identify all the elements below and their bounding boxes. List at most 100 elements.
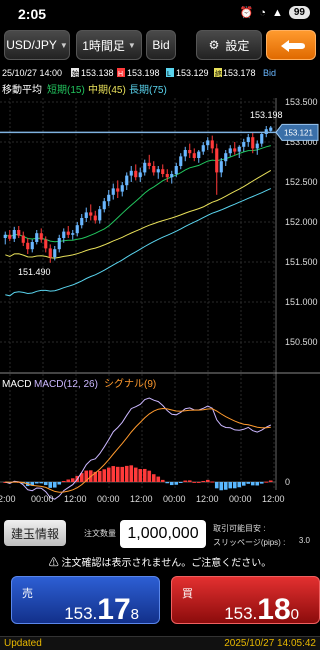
candle-body bbox=[30, 242, 34, 250]
macd-histogram-bar bbox=[66, 479, 71, 482]
tradable-label: 取引可能目安 : bbox=[213, 524, 266, 533]
chevron-down-icon: ▼ bbox=[127, 40, 136, 50]
x-tick-label: 12:00 bbox=[262, 494, 285, 504]
ohlc-date: 25/10/27 14:00 bbox=[2, 68, 62, 78]
candle-body bbox=[269, 127, 273, 131]
macd-histogram-bar bbox=[115, 466, 120, 482]
x-tick-label: 00:00 bbox=[31, 494, 54, 504]
chart-area[interactable]: 25/10/27 14:00 始 153.138 H 153.198 L 153… bbox=[0, 66, 320, 506]
currency-pair-select[interactable]: USD/JPY ▼ bbox=[4, 30, 70, 60]
macd-histogram-bar bbox=[228, 482, 233, 489]
y-tick-label: 150.500 bbox=[285, 337, 318, 347]
macd-histogram-bar bbox=[169, 482, 174, 486]
bid-ask-toggle[interactable]: Bid bbox=[146, 30, 176, 60]
candle-body bbox=[53, 249, 57, 258]
candle-body bbox=[111, 188, 115, 195]
candle-body bbox=[89, 212, 93, 216]
position-info-button[interactable]: 建玉情報 bbox=[4, 520, 66, 546]
candle-body bbox=[116, 188, 120, 192]
settings-button[interactable]: ⚙ 設定 bbox=[196, 30, 262, 60]
x-tick-label: 00:00 bbox=[229, 494, 252, 504]
candle-body bbox=[228, 148, 232, 154]
macd-histogram-bar bbox=[106, 467, 111, 482]
candle-body bbox=[246, 137, 250, 142]
macd-histogram-bar bbox=[48, 482, 53, 488]
macd-histogram-bar bbox=[111, 466, 116, 482]
candle-body bbox=[152, 166, 156, 173]
buy-button[interactable]: 買 153.180 bbox=[171, 576, 320, 626]
candle-body bbox=[71, 233, 75, 235]
slippage-info: 取引可能目安 : スリッページ(pips) : bbox=[213, 522, 285, 550]
candle-body bbox=[75, 225, 79, 234]
candle-body bbox=[35, 233, 39, 242]
candle-body bbox=[179, 156, 183, 166]
macd-histogram-bar bbox=[268, 480, 273, 482]
ohlc-high: 153.198 bbox=[127, 68, 160, 78]
order-qty-input[interactable]: 1,000,000 bbox=[120, 520, 206, 548]
sell-price-fraction: 8 bbox=[130, 606, 139, 623]
candle-body bbox=[39, 233, 43, 240]
candle-body bbox=[17, 230, 21, 236]
clock: 2:05 bbox=[18, 6, 47, 22]
back-button[interactable] bbox=[266, 30, 316, 60]
candle-body bbox=[197, 151, 201, 158]
slippage-value[interactable]: 3.0 bbox=[299, 536, 310, 545]
currency-pair-label: USD/JPY bbox=[6, 38, 57, 52]
candle-body bbox=[242, 142, 246, 147]
chevron-down-icon: ▼ bbox=[59, 40, 68, 50]
macd-histogram-bar bbox=[183, 480, 188, 482]
x-tick-label: 00:00 bbox=[163, 494, 186, 504]
sell-button[interactable]: 売 153.178 bbox=[11, 576, 160, 627]
candle-body bbox=[156, 169, 160, 173]
alarm-icon: ⏰ bbox=[239, 7, 254, 19]
candle-body bbox=[201, 145, 205, 152]
ma-legend-title: 移動平均 bbox=[2, 83, 42, 96]
ohlc-close: 153.178 bbox=[223, 68, 256, 78]
macd-histogram-bar bbox=[214, 482, 219, 489]
candle-body bbox=[174, 166, 178, 174]
footer-bar: Updated 2025/10/27 14:05:42 bbox=[0, 636, 320, 650]
macd-zero-label: 0 bbox=[285, 477, 290, 487]
macd-histogram-bar bbox=[147, 470, 152, 482]
candle-body bbox=[237, 146, 241, 152]
candle-body bbox=[255, 143, 259, 149]
candle-body bbox=[251, 137, 255, 149]
settings-label: 設定 bbox=[225, 38, 250, 53]
macd-histogram-bar bbox=[151, 474, 156, 482]
candle-body bbox=[138, 172, 142, 178]
buy-label: 買 bbox=[182, 588, 193, 600]
macd-histogram-bar bbox=[210, 481, 215, 483]
status-icons: ⏰ ◔ ▲ 99 bbox=[240, 6, 310, 19]
status-bar: 2:05 ⏰ ◔ ▲ 99 bbox=[0, 0, 320, 26]
macd-histogram-bar bbox=[156, 476, 161, 482]
timeframe-label: 1時間足 bbox=[82, 38, 125, 53]
signal-line bbox=[5, 407, 271, 493]
notice-text: 注文確認は表示されません。ご注意ください。 bbox=[61, 558, 272, 569]
ohlc-low: 153.129 bbox=[176, 68, 209, 78]
sell-price-pips: 17 bbox=[97, 593, 131, 626]
candle-body bbox=[192, 153, 196, 158]
macd-histogram-bar bbox=[178, 482, 183, 483]
price-chart[interactable]: 25/10/27 14:00 始 153.138 H 153.198 L 153… bbox=[0, 66, 320, 506]
close-label: 終 bbox=[215, 69, 222, 78]
candle-body bbox=[183, 150, 187, 157]
open-label: 始 bbox=[72, 69, 79, 78]
y-tick-label: 153.500 bbox=[285, 97, 318, 107]
macd-histogram-bar bbox=[133, 467, 138, 482]
macd-histogram-bar bbox=[138, 469, 143, 482]
macd-histogram-bar bbox=[160, 479, 165, 482]
macd-histogram-bar bbox=[187, 480, 192, 482]
timeframe-select[interactable]: 1時間足 ▼ bbox=[76, 30, 142, 60]
candle-body bbox=[125, 175, 129, 186]
ohlc-side: Bid bbox=[263, 68, 276, 78]
back-arrow-icon bbox=[281, 40, 305, 52]
sell-price: 153.178 bbox=[64, 593, 139, 627]
macd-histogram-bar bbox=[237, 482, 242, 488]
candle-body bbox=[147, 162, 151, 166]
macd-histogram-bar bbox=[196, 481, 201, 483]
candle-body bbox=[120, 185, 124, 192]
macd-histogram-bar bbox=[124, 465, 129, 482]
candle-body bbox=[84, 212, 88, 218]
candle-body bbox=[102, 201, 106, 210]
candle-body bbox=[12, 230, 16, 239]
